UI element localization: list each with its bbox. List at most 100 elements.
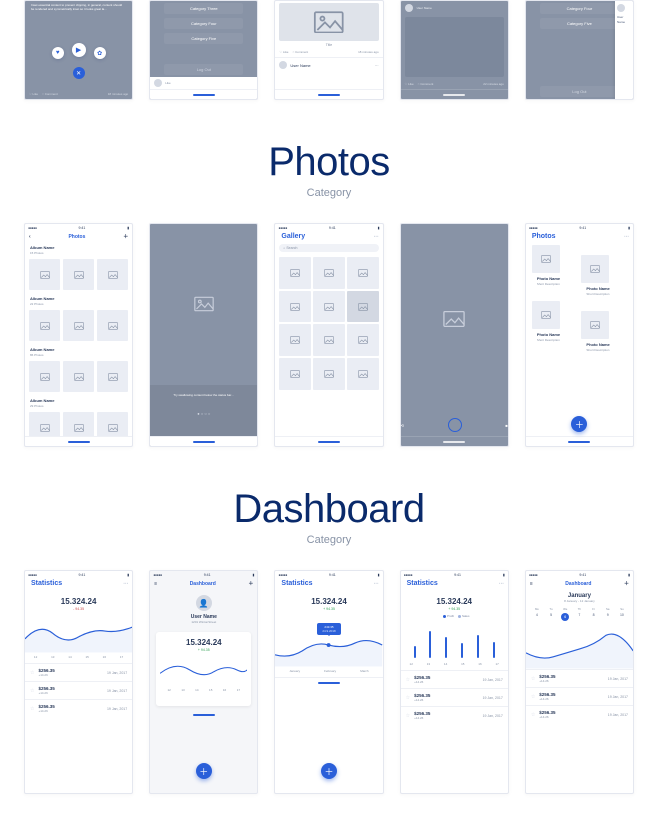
thumb[interactable] xyxy=(313,324,345,356)
thumb[interactable] xyxy=(279,324,311,356)
thumb[interactable] xyxy=(279,257,311,289)
menu-item[interactable]: Category Five xyxy=(540,18,619,29)
thumb[interactable] xyxy=(29,310,60,341)
calendar-day[interactable]: We6 xyxy=(560,607,570,621)
fab-add-button[interactable]: ＋ xyxy=(196,763,212,779)
logout-button[interactable]: Log Out xyxy=(164,64,243,75)
album-block[interactable]: Album Name 29 Photos xyxy=(25,395,132,436)
thumb[interactable] xyxy=(347,358,379,390)
big-number: 15.324.24 xyxy=(401,589,508,606)
add-icon[interactable]: ＋ xyxy=(248,580,253,587)
album-block[interactable]: Album Name 15 Photos xyxy=(25,242,132,293)
album-block[interactable]: Album Name 86 Photos xyxy=(25,344,132,395)
section-subtitle: Category xyxy=(24,187,634,199)
screen-feed-dark: User Name Like Comment 22 minutes ago xyxy=(400,0,509,100)
like-label[interactable]: Like xyxy=(165,81,171,85)
album-name: Album Name xyxy=(25,242,132,251)
calendar-day[interactable]: Th7 xyxy=(574,607,584,621)
more-icon[interactable]: ⋯ xyxy=(375,63,379,68)
photo-card[interactable]: Photo Name Short Description xyxy=(581,255,627,297)
list-item[interactable]: ☆$256.35+14.2619 Jan, 2017 xyxy=(401,706,508,724)
thumb[interactable] xyxy=(279,358,311,390)
big-number: 15.324.24 xyxy=(275,589,382,606)
thumb[interactable] xyxy=(347,257,379,289)
more-icon[interactable]: ⋯ xyxy=(499,581,504,587)
thumb[interactable] xyxy=(97,259,128,290)
calendar-day[interactable]: Tu5 xyxy=(546,607,556,621)
more-icon[interactable]: ⋯ xyxy=(123,581,128,587)
list-item[interactable]: ☆$256.35+14.2619 Jan, 2017 xyxy=(25,681,132,699)
menu-item[interactable]: Category Four xyxy=(540,3,619,14)
calendar-day[interactable]: Sa9 xyxy=(603,607,613,621)
search-input[interactable]: Search xyxy=(279,244,378,252)
thumb[interactable] xyxy=(63,310,94,341)
photo-card[interactable]: Photo Name Short Description xyxy=(532,245,578,297)
thumb[interactable] xyxy=(313,291,345,323)
album-name: Album Name xyxy=(25,293,132,302)
image-placeholder xyxy=(405,17,504,77)
thumb[interactable] xyxy=(97,412,128,436)
photo-card[interactable]: Photo Name Short Description xyxy=(581,311,627,353)
list-item[interactable]: ☆$256.35+14.2619 Jan, 2017 xyxy=(526,687,633,705)
list-item[interactable]: ☆$256.35+14.2619 Jan, 2017 xyxy=(25,699,132,717)
menu-item[interactable]: Category Four xyxy=(164,18,243,29)
comment-label[interactable]: Comment xyxy=(42,92,58,96)
calendar-day[interactable]: Fr8 xyxy=(589,607,599,621)
thumb[interactable] xyxy=(97,310,128,341)
stats-card: 15.324.24 + 94.35 121314151617 xyxy=(156,632,251,706)
list-item[interactable]: ☆$256.35+14.2619 Jan, 2017 xyxy=(401,688,508,706)
like-label[interactable]: Like xyxy=(405,82,414,86)
thumb[interactable] xyxy=(63,259,94,290)
list-item[interactable]: ☆$256.35+14.2619 Jan, 2017 xyxy=(25,663,132,681)
screen-gallery: 9:41 Gallery ⋯ Search xyxy=(274,223,383,447)
thumb[interactable] xyxy=(63,361,94,392)
like-label[interactable]: Like xyxy=(29,92,38,96)
calendar-day[interactable]: Su10 xyxy=(617,607,627,621)
menu-item[interactable]: Category Five xyxy=(164,33,243,44)
comment-label[interactable]: Comment xyxy=(418,82,434,86)
more-icon[interactable]: ⋯ xyxy=(374,581,379,587)
play-icon[interactable]: ▶ xyxy=(72,43,86,57)
thumb[interactable] xyxy=(29,412,60,436)
onboarding-text: Try swallowing content below the status … xyxy=(158,391,249,399)
list-item[interactable]: ☆$256.35+14.2619 Jan, 2017 xyxy=(526,705,633,723)
gear-icon[interactable]: ✿ xyxy=(94,47,106,59)
redo-icon[interactable]: ⟲ xyxy=(401,423,404,428)
list-item[interactable]: ☆$256.35+14.2619 Jan, 2017 xyxy=(401,670,508,688)
like-label[interactable]: Like xyxy=(279,50,288,54)
heart-icon[interactable]: ♥ xyxy=(52,47,64,59)
close-icon[interactable]: ✕ xyxy=(73,67,85,79)
thumb[interactable] xyxy=(29,361,60,392)
album-block[interactable]: Album Name 22 Photos xyxy=(25,293,132,344)
calendar-day[interactable]: Mo4 xyxy=(532,607,542,621)
photo-card[interactable]: Photo Name Short Description xyxy=(532,301,578,353)
comment-label[interactable]: Comment xyxy=(292,50,308,54)
avatar-icon xyxy=(405,4,413,12)
fab-add-button[interactable]: ＋ xyxy=(321,763,337,779)
menu-item[interactable]: Category Three xyxy=(164,3,243,14)
thumb[interactable] xyxy=(97,361,128,392)
thumb[interactable] xyxy=(313,257,345,289)
thumb[interactable] xyxy=(63,412,94,436)
thumb[interactable] xyxy=(347,291,379,323)
screen-stats-line: 9:41 Statistics ⋯ 15.324.24 - 94.35 1213… xyxy=(24,570,133,794)
logout-button[interactable]: Log Out xyxy=(540,86,619,97)
thumb[interactable] xyxy=(313,358,345,390)
time-label: 18 minutes ago xyxy=(108,92,129,96)
add-icon[interactable]: ＋ xyxy=(123,233,128,240)
home-indicator xyxy=(568,441,590,443)
time-label: 22 minutes ago xyxy=(483,82,504,86)
add-icon[interactable]: ＋ xyxy=(624,580,629,587)
more-icon[interactable]: ⋯ xyxy=(624,234,629,240)
line-chart: 243.3524.9.2018 xyxy=(275,625,382,667)
user-row[interactable]: User Name ⋯ xyxy=(275,57,382,72)
callout: 243.3524.9.2018 xyxy=(317,623,341,635)
thumb[interactable] xyxy=(347,324,379,356)
list-item[interactable]: ☆$256.35+14.2619 Jan, 2017 xyxy=(526,669,633,687)
more-icon[interactable]: ⋯ xyxy=(374,234,379,240)
thumb[interactable] xyxy=(279,291,311,323)
thumb[interactable] xyxy=(29,259,60,290)
video-icon[interactable]: ■ xyxy=(505,423,507,428)
shutter-button[interactable] xyxy=(448,418,462,432)
calendar-strip[interactable]: Mo4 Tu5 We6 Th7 Fr8 Sa9 Su10 xyxy=(526,603,633,627)
